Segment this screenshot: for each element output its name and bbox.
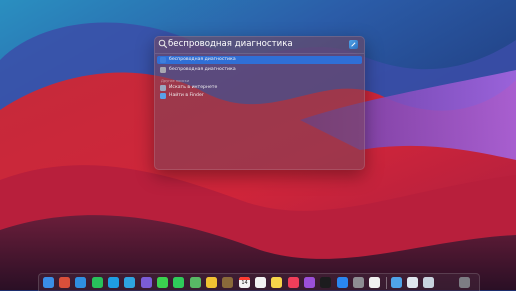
viber-app-icon[interactable] bbox=[141, 277, 152, 288]
podcasts-app-icon[interactable] bbox=[304, 277, 315, 288]
screenshot-thumbnail-icon[interactable] bbox=[423, 277, 434, 288]
calendar-app-icon[interactable]: 14 bbox=[239, 277, 250, 288]
notes-dark-app-icon[interactable] bbox=[222, 277, 233, 288]
reminders-app-icon[interactable] bbox=[255, 277, 266, 288]
sketchbook-app-icon[interactable] bbox=[369, 277, 380, 288]
action-item-find-in-finder[interactable]: Найти в Finder bbox=[157, 92, 362, 100]
dock-separator bbox=[386, 277, 387, 289]
result-item-wireless-diagnostics[interactable]: беспроводная диагностика bbox=[157, 56, 362, 64]
settings-icon bbox=[160, 67, 166, 73]
result-preview-icon bbox=[349, 40, 358, 49]
whatsapp-app-icon[interactable] bbox=[92, 277, 103, 288]
apple-tv-app-icon[interactable] bbox=[320, 277, 331, 288]
web-search-icon bbox=[160, 85, 166, 91]
wireless-diagnostics-icon bbox=[160, 57, 166, 63]
notes-app-icon[interactable] bbox=[271, 277, 282, 288]
finder-app-icon[interactable] bbox=[43, 277, 54, 288]
screenshot-thumbnail-icon[interactable] bbox=[407, 277, 418, 288]
telegram-app-icon[interactable] bbox=[124, 277, 135, 288]
downloads-folder-icon[interactable] bbox=[391, 277, 402, 288]
result-label: беспроводная диагностика bbox=[169, 57, 236, 62]
action-label: Найти в Finder bbox=[169, 93, 204, 98]
app-store-app-icon[interactable] bbox=[337, 277, 348, 288]
spotlight-panel: беспроводная диагностика беспроводная ди… bbox=[154, 36, 365, 170]
action-label: Искать в интернете bbox=[169, 85, 218, 90]
messages-app-icon[interactable] bbox=[157, 277, 168, 288]
music-app-icon[interactable] bbox=[288, 277, 299, 288]
action-item-search-web[interactable]: Искать в интернете bbox=[157, 84, 362, 92]
spotlight-search-input[interactable]: беспроводная диагностика bbox=[168, 38, 293, 51]
photos-app-icon[interactable] bbox=[206, 277, 217, 288]
result-item-settings[interactable]: беспроводная диагностика bbox=[157, 66, 362, 74]
result-label: беспроводная диагностика bbox=[169, 67, 236, 72]
calendar-day: 14 bbox=[241, 280, 248, 286]
facetime-app-icon[interactable] bbox=[173, 277, 184, 288]
maps-app-icon[interactable] bbox=[190, 277, 201, 288]
safari-app-icon[interactable] bbox=[75, 277, 86, 288]
system-preferences-app-icon[interactable] bbox=[353, 277, 364, 288]
skype-app-icon[interactable] bbox=[108, 277, 119, 288]
section-label-other-searches: Другие поиски bbox=[161, 79, 190, 83]
launchpad-app-icon[interactable] bbox=[59, 277, 70, 288]
trash-icon[interactable] bbox=[459, 277, 470, 288]
finder-icon bbox=[160, 93, 166, 99]
search-icon bbox=[158, 39, 168, 49]
dock: 14 bbox=[38, 273, 480, 291]
spotlight-search-bar[interactable]: беспроводная диагностика bbox=[155, 37, 364, 54]
